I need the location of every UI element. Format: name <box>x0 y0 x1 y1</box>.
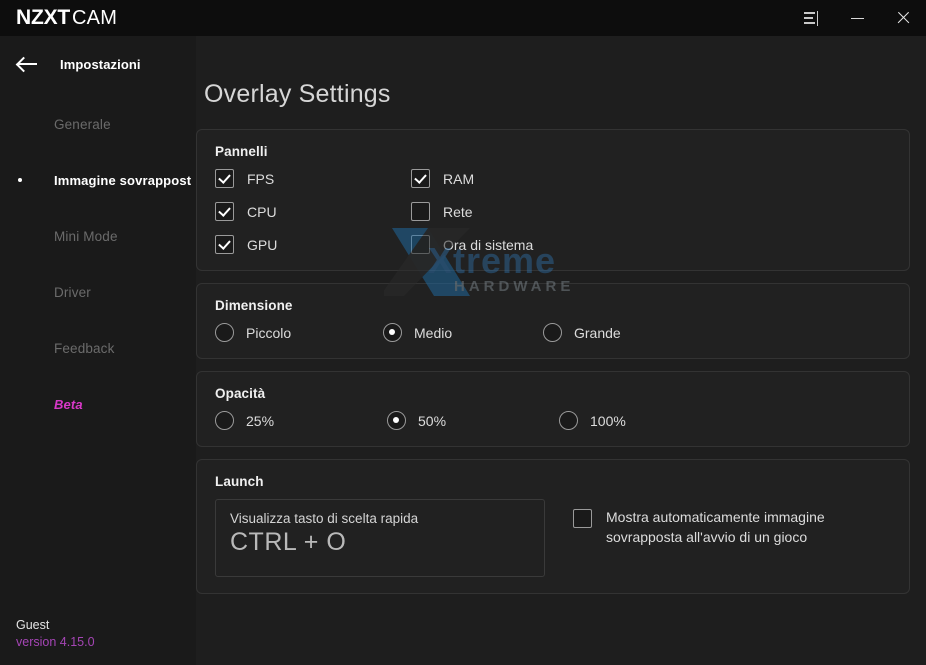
arrow-left-icon <box>18 57 38 71</box>
close-button[interactable] <box>880 0 926 36</box>
window-body: Impostazioni Generale Immagine sovrappos… <box>0 36 926 665</box>
radio-opacity-50[interactable]: 50% <box>387 411 559 430</box>
opacity-options: 25% 50% 100% <box>215 411 891 430</box>
radio-icon <box>383 323 402 342</box>
user-info: Guest version 4.15.0 <box>16 617 95 651</box>
radio-icon <box>387 411 406 430</box>
panels-options: FPS RAM CPU Rete <box>215 169 891 254</box>
minimize-icon <box>851 18 864 19</box>
size-options: Piccolo Medio Grande <box>215 323 891 342</box>
app-logo: NZXT CAM <box>16 6 117 30</box>
checkbox-label: Mostra automaticamente immagine sovrappo… <box>606 507 873 548</box>
radio-opacity-100[interactable]: 100% <box>559 411 626 430</box>
checkbox-label: Ora di sistema <box>443 237 533 253</box>
minimize-button[interactable] <box>834 0 880 36</box>
bullet-icon <box>18 178 32 182</box>
launch-body: Visualizza tasto di scelta rapida CTRL +… <box>215 499 891 577</box>
checkbox-icon <box>411 169 430 188</box>
checkbox-icon <box>215 202 234 221</box>
settings-panels: Pannelli FPS RAM CPU <box>196 129 910 594</box>
nzxt-cam-window: NZXT CAM Impostazioni <box>0 0 926 665</box>
sidebar-item-label: Immagine sovrappost <box>54 173 191 188</box>
checkbox-label: CPU <box>247 204 277 220</box>
checkbox-ram[interactable]: RAM <box>411 169 891 188</box>
size-card: Dimensione Piccolo Medio Grande <box>196 283 910 359</box>
hotkey-field[interactable]: Visualizza tasto di scelta rapida CTRL +… <box>215 499 545 577</box>
checkbox-ora-di-sistema[interactable]: Ora di sistema <box>411 235 891 254</box>
menu-lines-icon <box>804 12 819 25</box>
opacity-card: Opacità 25% 50% 100% <box>196 371 910 447</box>
checkbox-auto-show-overlay[interactable]: Mostra automaticamente immagine sovrappo… <box>573 507 873 548</box>
hotkey-caption: Visualizza tasto di scelta rapida <box>230 511 530 526</box>
radio-label: Medio <box>414 325 452 341</box>
menu-button[interactable] <box>788 0 834 36</box>
page-title: Overlay Settings <box>204 80 910 109</box>
sidebar-item-beta[interactable]: Beta <box>0 376 196 432</box>
radio-label: Grande <box>574 325 621 341</box>
sidebar-item-mini-mode[interactable]: Mini Mode <box>0 208 196 264</box>
window-controls <box>788 0 926 36</box>
panels-title: Pannelli <box>215 144 891 159</box>
radio-label: 100% <box>590 413 626 429</box>
radio-icon <box>543 323 562 342</box>
sidebar-item-immagine-sovrapposta[interactable]: Immagine sovrappost <box>0 152 196 208</box>
checkbox-label: FPS <box>247 171 274 187</box>
checkbox-label: Rete <box>443 204 473 220</box>
radio-size-piccolo[interactable]: Piccolo <box>215 323 383 342</box>
main-content: Overlay Settings Pannelli FPS RAM <box>196 36 926 665</box>
checkbox-icon <box>215 169 234 188</box>
back-to-settings[interactable]: Impostazioni <box>0 38 196 90</box>
radio-icon <box>215 323 234 342</box>
checkbox-icon <box>215 235 234 254</box>
radio-icon <box>215 411 234 430</box>
radio-size-medio[interactable]: Medio <box>383 323 543 342</box>
radio-label: Piccolo <box>246 325 291 341</box>
close-icon <box>896 11 910 25</box>
sidebar-nav: Generale Immagine sovrappost Mini Mode D… <box>0 96 196 432</box>
radio-label: 25% <box>246 413 274 429</box>
sidebar-item-generale[interactable]: Generale <box>0 96 196 152</box>
logo-sub: CAM <box>72 7 117 30</box>
opacity-title: Opacità <box>215 386 891 401</box>
checkbox-fps[interactable]: FPS <box>215 169 411 188</box>
title-bar: NZXT CAM <box>0 0 926 36</box>
sidebar-item-label: Feedback <box>54 341 115 356</box>
panels-card: Pannelli FPS RAM CPU <box>196 129 910 271</box>
checkbox-icon <box>411 202 430 221</box>
size-title: Dimensione <box>215 298 891 313</box>
checkbox-icon <box>573 509 592 528</box>
checkbox-label: GPU <box>247 237 277 253</box>
hotkey-value: CTRL + O <box>230 528 530 557</box>
checkbox-icon <box>411 235 430 254</box>
sidebar-item-label: Generale <box>54 117 111 132</box>
radio-size-grande[interactable]: Grande <box>543 323 621 342</box>
user-name: Guest <box>16 617 95 634</box>
sidebar: Impostazioni Generale Immagine sovrappos… <box>0 36 196 665</box>
sidebar-item-label: Beta <box>54 397 83 412</box>
sidebar-item-driver[interactable]: Driver <box>0 264 196 320</box>
sidebar-item-label: Mini Mode <box>54 229 118 244</box>
checkbox-label: RAM <box>443 171 474 187</box>
checkbox-rete[interactable]: Rete <box>411 202 891 221</box>
checkbox-gpu[interactable]: GPU <box>215 235 411 254</box>
launch-card: Launch Visualizza tasto di scelta rapida… <box>196 459 910 594</box>
sidebar-item-label: Driver <box>54 285 91 300</box>
sidebar-item-feedback[interactable]: Feedback <box>0 320 196 376</box>
radio-icon <box>559 411 578 430</box>
logo-brand: NZXT <box>16 6 70 30</box>
back-label: Impostazioni <box>60 57 141 72</box>
app-version: version 4.15.0 <box>16 634 95 651</box>
radio-opacity-25[interactable]: 25% <box>215 411 387 430</box>
launch-title: Launch <box>215 474 891 489</box>
checkbox-cpu[interactable]: CPU <box>215 202 411 221</box>
radio-label: 50% <box>418 413 446 429</box>
